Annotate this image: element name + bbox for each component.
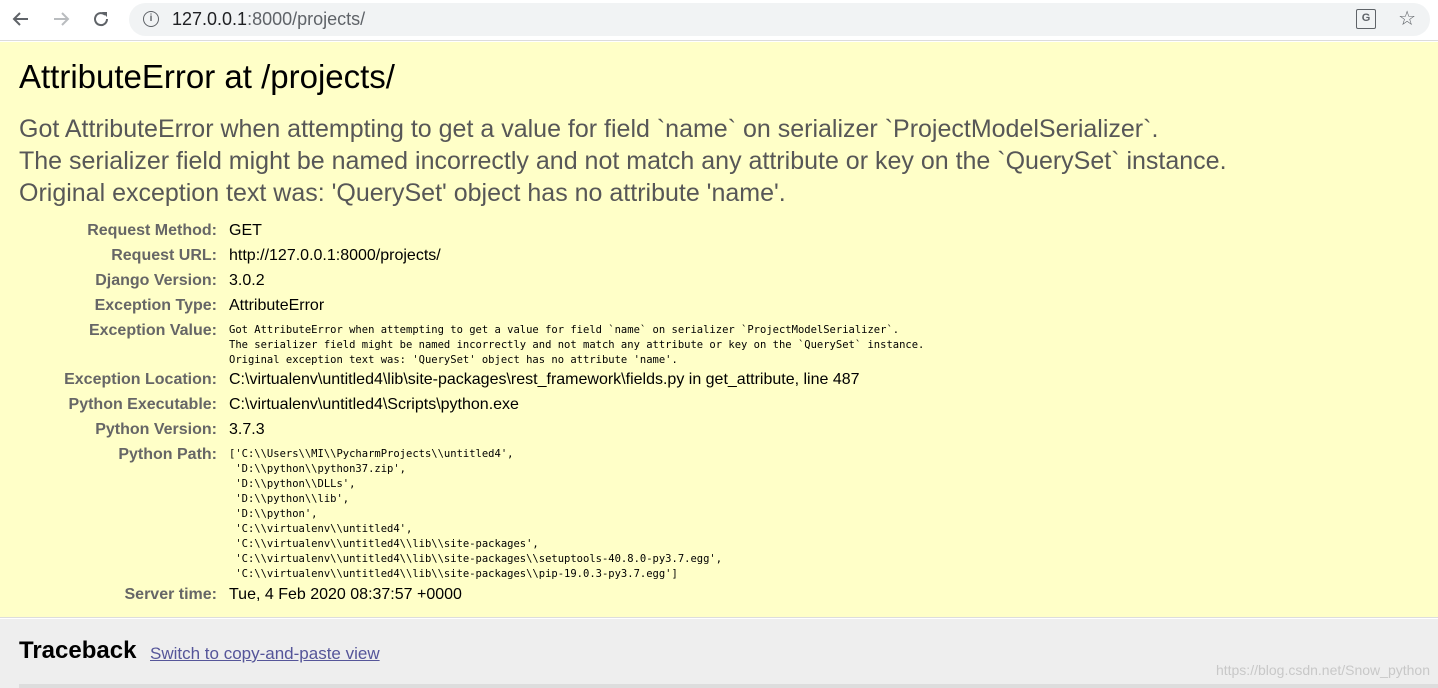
address-bar[interactable]: i 127.0.0.1:8000/projects/ G ☆ <box>129 3 1430 36</box>
info-icon[interactable]: i <box>143 11 159 27</box>
traceback-divider <box>19 684 1438 688</box>
translate-icon[interactable]: G <box>1356 9 1376 29</box>
meta-label: Server time: <box>124 586 218 603</box>
meta-value: C:\virtualenv\untitled4\lib\site-package… <box>229 371 860 388</box>
meta-value: AttributeError <box>229 297 325 314</box>
reload-icon <box>94 12 109 27</box>
meta-value: 3.0.2 <box>229 272 265 289</box>
meta-label: Python Version: <box>95 421 217 438</box>
browser-toolbar: i 127.0.0.1:8000/projects/ G ☆ <box>0 0 1438 41</box>
meta-value: GET <box>229 222 262 239</box>
meta-value: 3.7.3 <box>229 421 265 438</box>
meta-label: Python Path: <box>118 446 217 463</box>
watermark: https://blog.csdn.net/Snow_python <box>1215 662 1430 678</box>
url-host: 127.0.0.1 <box>172 9 248 29</box>
reload-button[interactable] <box>85 4 117 34</box>
arrow-left-icon <box>12 12 28 26</box>
meta-value: http://127.0.0.1:8000/projects/ <box>229 247 441 264</box>
switch-to-copy-paste-link[interactable]: Switch to copy-and-paste view <box>150 644 380 664</box>
star-icon[interactable]: ☆ <box>1398 6 1416 31</box>
back-button[interactable] <box>5 4 37 34</box>
meta-label: Request URL: <box>111 247 217 264</box>
meta-value: C:\virtualenv\untitled4\Scripts\python.e… <box>229 396 519 413</box>
meta-label: Exception Value: <box>88 322 217 339</box>
meta-value: ['C:\\Users\\MI\\PycharmProjects\\untitl… <box>229 448 723 580</box>
meta-label: Exception Location: <box>64 371 217 388</box>
meta-label: Exception Type: <box>94 297 217 314</box>
forward-button[interactable] <box>45 4 77 34</box>
arrow-right-icon <box>54 12 70 26</box>
error-summary: AttributeError at /projects/ Got Attribu… <box>0 42 1438 618</box>
meta-label: Django Version: <box>95 272 217 289</box>
meta-value: Tue, 4 Feb 2020 08:37:57 +0000 <box>229 586 462 603</box>
meta-value: Got AttributeError when attempting to ge… <box>229 324 925 366</box>
error-title: AttributeError at /projects/ <box>19 58 395 95</box>
traceback-heading: Traceback <box>19 637 137 664</box>
traceback-section: Traceback Switch to copy-and-paste view … <box>0 619 1438 688</box>
meta-label: Request Method: <box>87 222 217 239</box>
error-message-line: Original exception text was: 'QuerySet' … <box>19 179 786 207</box>
meta-label: Python Executable: <box>68 396 217 413</box>
error-message-line: The serializer field might be named inco… <box>19 147 1227 175</box>
error-message: Got AttributeError when attempting to ge… <box>19 113 1227 209</box>
url-path: :8000/projects/ <box>247 9 366 29</box>
url-text[interactable]: 127.0.0.1:8000/projects/ <box>172 9 365 30</box>
error-message-line: Got AttributeError when attempting to ge… <box>19 115 1159 143</box>
